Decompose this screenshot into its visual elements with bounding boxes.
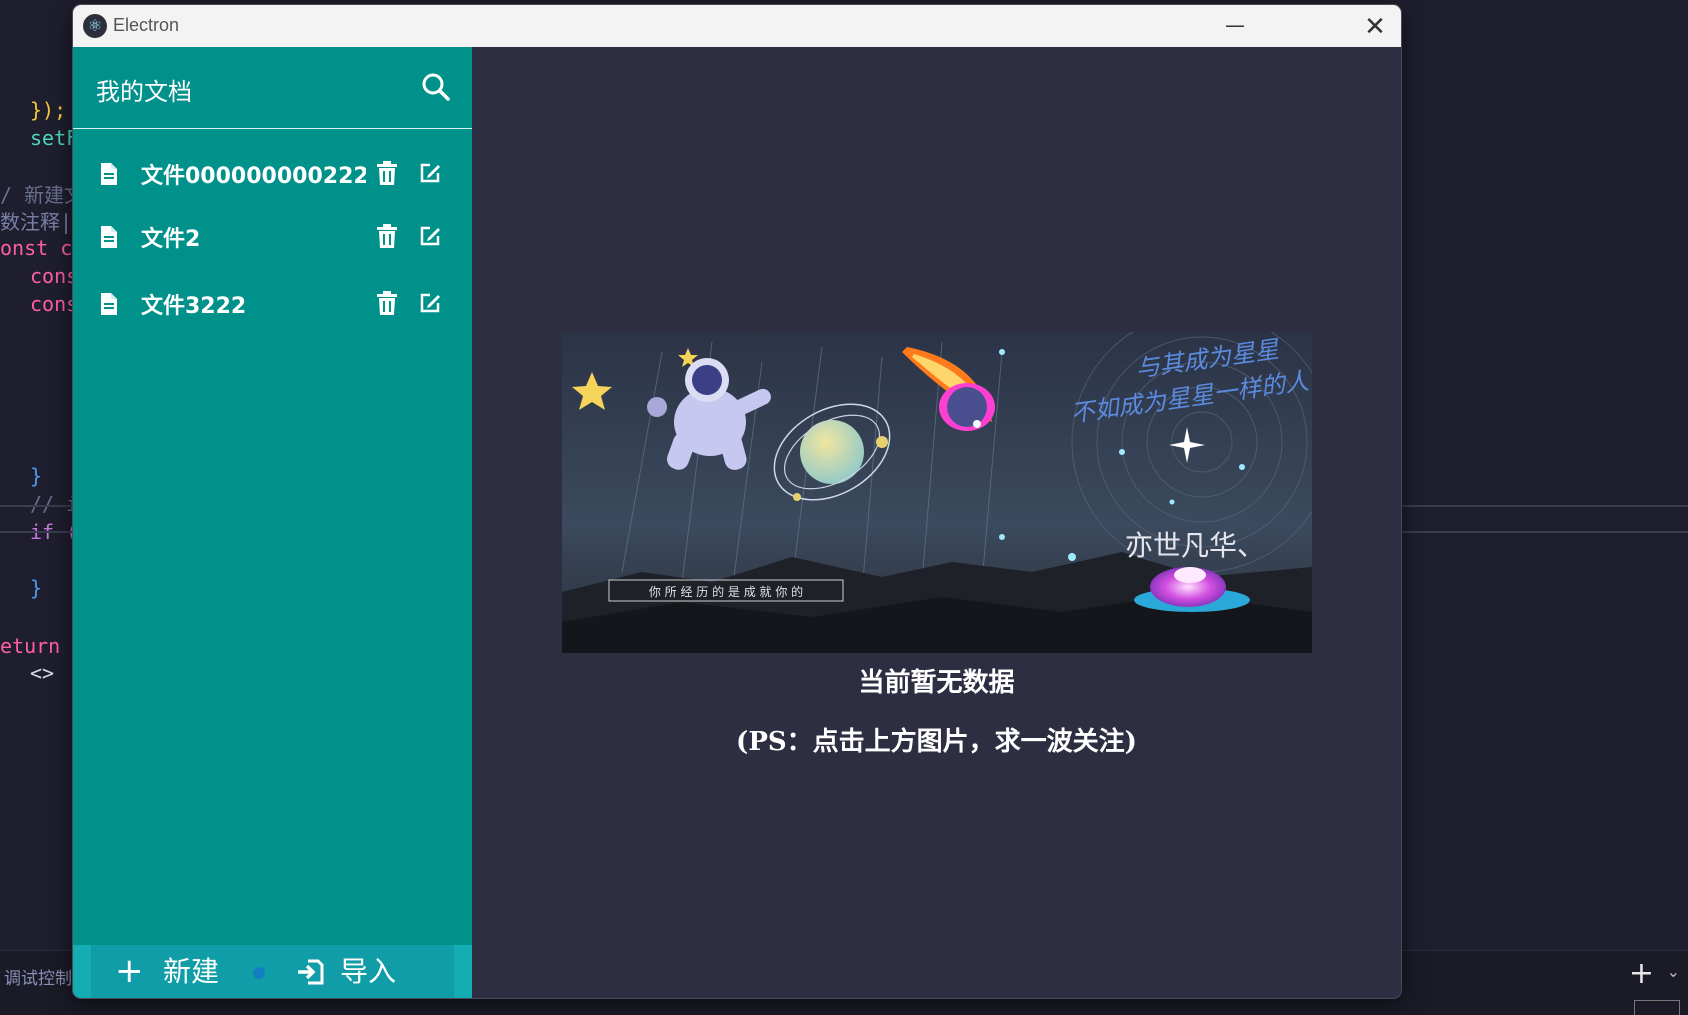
file-icon [101, 293, 117, 315]
file-icon [101, 163, 117, 185]
trash-icon[interactable] [376, 291, 398, 315]
sidebar-footer: + 新建 导入 [73, 945, 472, 998]
code-line: 数注释| [0, 210, 73, 234]
code-line: // i [30, 492, 79, 516]
file-name[interactable]: 文件3222 [141, 288, 366, 318]
code-line: } [30, 464, 43, 488]
file-list-item[interactable]: 文件3222 [73, 272, 472, 334]
code-line: cons [30, 264, 79, 288]
electron-logo-icon: ⚛ [83, 14, 107, 38]
file-list-item[interactable]: 文件2 [73, 205, 472, 267]
code-line: }); [30, 98, 67, 122]
edit-icon[interactable] [418, 161, 442, 185]
file-name[interactable]: 文件000000000222123· [141, 158, 366, 188]
file-name[interactable]: 文件2 [141, 221, 366, 251]
sidebar: 我的文档 文件000000000222123· [73, 47, 472, 998]
cursor-indicator [253, 967, 265, 979]
trash-icon[interactable] [376, 224, 398, 248]
empty-state-text: 当前暂无数据 [858, 668, 1015, 698]
close-button[interactable]: ✕ [1350, 5, 1400, 47]
code-line: <> [30, 661, 55, 685]
file-icon [101, 226, 117, 248]
chevron-down-icon[interactable]: ⌄ [1667, 962, 1680, 981]
new-file-label: 新建 [163, 955, 220, 988]
sidebar-header: 我的文档 [73, 47, 472, 129]
new-file-button[interactable]: + 新建 [91, 945, 273, 998]
trash-icon[interactable] [376, 161, 398, 185]
window-title: Electron [113, 15, 180, 35]
edit-icon[interactable] [418, 224, 442, 248]
code-line: cons [30, 292, 79, 316]
add-terminal-icon[interactable]: + [1629, 956, 1654, 991]
sidebar-title: 我的文档 [96, 78, 192, 106]
follow-banner-image[interactable]: 与其成为星星 不如成为星星一样的人 你 所 经 历 的 是 成 就 你 的 亦世… [562, 332, 1312, 653]
import-file-label: 导入 [340, 955, 397, 988]
banner-caption: 你 所 经 历 的 是 成 就 你 的 [649, 584, 803, 599]
terminal-icon[interactable] [1634, 1000, 1680, 1015]
minimize-button[interactable]: — [1212, 5, 1258, 47]
app-window: ⚛ Electron — ✕ 我的文档 文件000000000222123· [73, 5, 1401, 998]
edit-icon[interactable] [418, 291, 442, 315]
file-import-icon [298, 959, 324, 985]
code-line: setF [30, 126, 79, 150]
code-line: eturn ( [0, 634, 85, 658]
search-icon[interactable] [420, 71, 452, 103]
file-list-item[interactable]: 文件000000000222123· [73, 142, 472, 204]
plus-icon: + [115, 951, 144, 991]
code-line: / 新建文 [0, 183, 85, 207]
banner-signature: 亦世凡华、 [1125, 529, 1265, 562]
code-line: onst cr [0, 236, 85, 260]
empty-state-hint: (PS：点击上方图片，求一波关注) [736, 727, 1137, 757]
code-line: } [30, 576, 43, 600]
import-file-button[interactable]: 导入 [273, 945, 454, 998]
title-bar: ⚛ Electron — ✕ [73, 5, 1401, 47]
